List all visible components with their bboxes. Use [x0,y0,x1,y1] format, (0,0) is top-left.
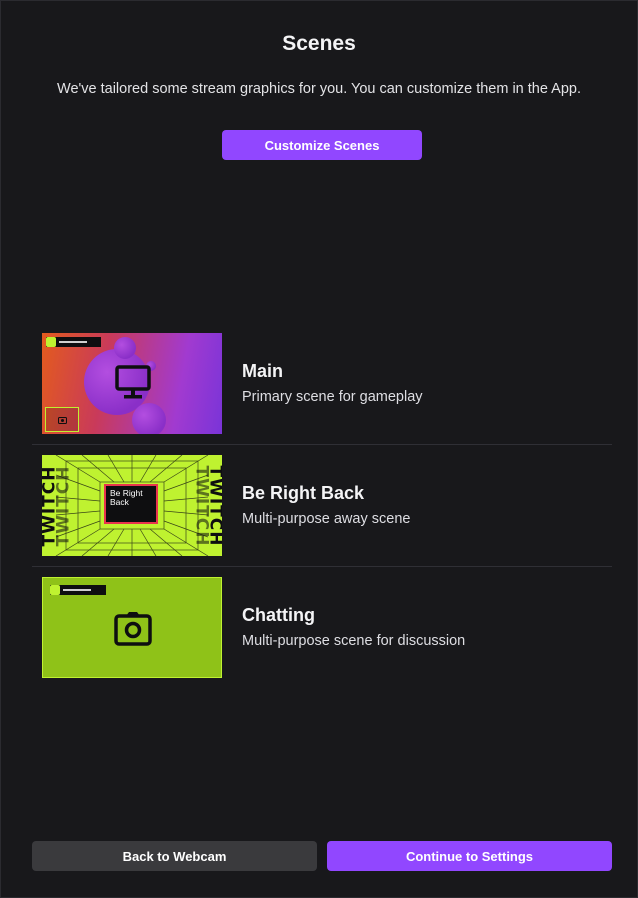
customize-scenes-button[interactable]: Customize Scenes [222,130,422,160]
decorative-bubble [132,403,166,434]
alert-badge [46,337,101,347]
back-to-webcam-button[interactable]: Back to Webcam [32,841,317,871]
alert-badge [50,585,106,595]
scene-item-be-right-back[interactable]: TWITCH TWITCH TWITCH TWITCH Be Right Bac… [32,445,612,567]
scene-thumbnail-main [42,333,222,434]
scene-thumbnail-chatting [42,577,222,678]
scene-item-chatting[interactable]: Chatting Multi-purpose scene for discuss… [32,567,612,689]
scene-description: Multi-purpose away scene [242,511,411,527]
scene-list: Main Primary scene for gameplay TWITCH T… [32,323,612,689]
twitch-wordmark-left-outline: TWITCH [53,465,74,546]
camera-icon [57,416,67,424]
decorative-bubble [114,337,136,359]
scene-description: Primary scene for gameplay [242,389,423,405]
page-title: Scenes [282,32,356,55]
camera-icon [114,612,152,646]
scene-name: Main [242,361,284,381]
scene-description: Multi-purpose scene for discussion [242,633,466,649]
be-right-back-card: Be Right Back [104,484,158,524]
scenes-panel: Scenes We've tailored some stream graphi… [0,0,638,898]
monitor-icon [115,365,151,399]
continue-to-settings-button[interactable]: Continue to Settings [327,841,612,871]
page-subtitle: We've tailored some stream graphics for … [57,81,581,97]
scene-thumbnail-be-right-back: TWITCH TWITCH TWITCH TWITCH Be Right Bac… [42,455,222,556]
scene-item-main[interactable]: Main Primary scene for gameplay [32,323,612,445]
scene-name: Be Right Back [242,483,365,503]
scene-name: Chatting [242,605,315,625]
webcam-frame [45,407,79,432]
twitch-wordmark-right-outline: TWITCH [191,465,212,546]
